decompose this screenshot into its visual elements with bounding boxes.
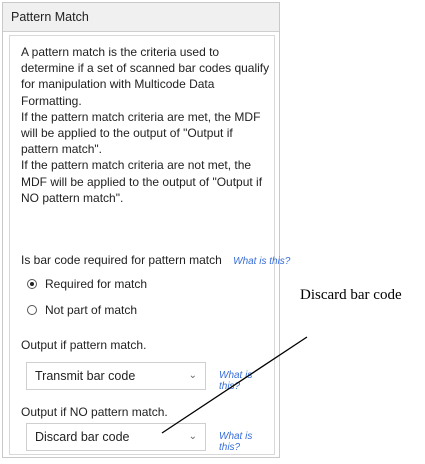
- callout-label: Discard bar code: [300, 287, 402, 303]
- callout-leader-line: [161, 336, 308, 434]
